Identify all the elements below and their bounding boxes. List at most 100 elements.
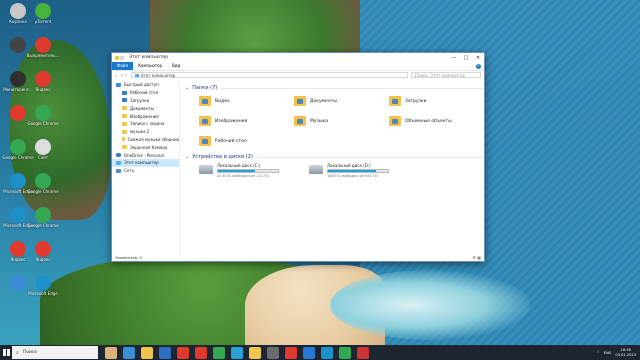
wallpaper-surf: [330, 270, 530, 340]
taskbar: ⌕ Поиск ^ ENG 16:56 03.01.2023: [0, 345, 640, 360]
desktop-icon[interactable]: µTorrent: [28, 3, 58, 35]
taskbar-app-icon[interactable]: [357, 346, 369, 359]
close-button[interactable]: ✕: [472, 55, 484, 61]
drive-usage-bar: [217, 169, 279, 173]
folder-item[interactable]: Объемные объекты: [389, 114, 484, 128]
nav-item[interactable]: Записи с экрана: [112, 120, 179, 128]
taskbar-app-icon[interactable]: [195, 346, 207, 359]
nav-item[interactable]: Этот компьютер: [112, 158, 179, 167]
desktop-icon[interactable]: Сайт: [28, 139, 58, 171]
taskbar-app-icon[interactable]: [285, 346, 297, 359]
nav-item[interactable]: Сеть: [112, 167, 179, 175]
desktop-icon[interactable]: Microsoft Edge: [28, 275, 58, 307]
nav-item[interactable]: Загрузки: [112, 97, 179, 105]
desktop-icon-label: Google Chrome: [27, 189, 59, 194]
taskbar-app-icon[interactable]: [123, 346, 135, 359]
nav-item[interactable]: Экранная Камера: [112, 143, 179, 151]
status-bar-count: Элементов: 9: [115, 255, 142, 260]
drives-group-header[interactable]: ⌄ Устройства и диски (2): [185, 154, 484, 160]
nav-item[interactable]: музыка 2: [112, 128, 179, 136]
nav-item-label: Записи с экрана: [130, 121, 165, 127]
lang-indicator[interactable]: ENG: [604, 351, 612, 355]
taskbar-app-icon[interactable]: [339, 346, 351, 359]
folder-item[interactable]: Документы: [294, 94, 389, 108]
folder-icon: [122, 137, 125, 142]
taskbar-app-icon[interactable]: [177, 346, 189, 359]
maximize-button[interactable]: □: [460, 55, 472, 61]
desktop-icon[interactable]: Яндекс: [28, 241, 58, 273]
tab-file[interactable]: Файл: [112, 62, 134, 70]
nav-item[interactable]: Рабочий стол: [112, 89, 179, 97]
taskbar-app-icon[interactable]: [105, 346, 117, 359]
nav-item-label: музыка 2: [130, 129, 150, 135]
folder-item[interactable]: Изображения: [199, 114, 294, 128]
folder-icon: [122, 114, 127, 119]
nav-item[interactable]: OneDrive - Personal: [112, 151, 179, 159]
search-input[interactable]: Поиск: Этот компьютер: [411, 72, 481, 78]
folder-label: Изображения: [215, 118, 248, 124]
taskbar-search-placeholder: Поиск: [22, 350, 38, 355]
search-placeholder: Поиск: Этот компьютер: [415, 72, 466, 78]
nav-item[interactable]: Свежая музыка сборник: [112, 136, 179, 144]
nav-item-label: Загрузки: [130, 97, 150, 103]
taskbar-app-icon[interactable]: [303, 346, 315, 359]
taskbar-search[interactable]: ⌕ Поиск: [12, 346, 98, 359]
clock[interactable]: 16:56 03.01.2023: [615, 348, 636, 357]
minimize-button[interactable]: —: [448, 55, 460, 61]
drives-group-title: Устройства и диски (2): [192, 154, 253, 160]
desktop-icon[interactable]: Google Chrome: [27, 173, 59, 205]
quick-access-icon[interactable]: [120, 55, 124, 60]
folder-item[interactable]: Загрузки: [389, 94, 484, 108]
desktop-icon[interactable]: Выпрямитель...: [26, 37, 60, 69]
folder-icon: [294, 116, 306, 126]
help-icon[interactable]: ?: [476, 63, 481, 69]
tab-view[interactable]: Вид: [167, 62, 185, 70]
drive-item[interactable]: Локальный диск (D:) 188 ГБ свободно из 93…: [309, 163, 419, 178]
address-bar-row: ← → ↑ Этот компьютер Поиск: Этот компьют…: [112, 70, 484, 79]
address-bar[interactable]: Этот компьютер: [130, 72, 408, 78]
nav-item[interactable]: Изображения: [112, 112, 179, 120]
desktop-icon[interactable]: Google Chrome: [27, 105, 59, 137]
star-icon: [116, 82, 121, 87]
folder-icon: [122, 129, 127, 134]
nav-item[interactable]: Быстрый доступ: [112, 81, 179, 89]
folder-icon: [122, 145, 127, 150]
folders-group-header[interactable]: ⌄ Папки (7): [185, 85, 484, 91]
explorer-window[interactable]: Этот компьютер — □ ✕ Файл Компьютер Вид …: [111, 52, 485, 262]
tray-arrow-icon[interactable]: ^: [597, 351, 600, 355]
drive-item[interactable]: Локальный диск (C:) 42,6 ГБ свободно из 1…: [199, 163, 309, 178]
tab-computer[interactable]: Компьютер: [133, 62, 167, 70]
folder-label: Объемные объекты: [405, 118, 452, 124]
back-arrow-icon[interactable]: ← → ↑: [115, 73, 128, 78]
desktop-icon[interactable]: Яндекс: [28, 71, 58, 103]
nav-item[interactable]: Документы: [112, 104, 179, 112]
clock-date: 03.01.2023: [615, 352, 636, 357]
desktop-icon-label: Google Chrome: [27, 223, 59, 228]
taskbar-app-icon[interactable]: [321, 346, 333, 359]
desktop-icon-label: Выпрямитель...: [26, 53, 60, 58]
taskbar-app-icon[interactable]: [141, 346, 153, 359]
view-toggle-icons[interactable]: ☰ ▦: [472, 255, 481, 260]
desktop-icon[interactable]: Google Chrome: [27, 207, 59, 239]
nav-item-label: Документы: [130, 105, 154, 111]
title-bar[interactable]: Этот компьютер — □ ✕: [112, 53, 484, 62]
drive-size: 188 ГБ свободно из 931 ГБ: [327, 174, 378, 178]
taskbar-app-icon[interactable]: [249, 346, 261, 359]
app-icon: [10, 71, 26, 87]
folder-item[interactable]: Музыка: [294, 114, 389, 128]
taskbar-app-icon[interactable]: [231, 346, 243, 359]
taskbar-app-icon[interactable]: [213, 346, 225, 359]
app-icon: [35, 207, 51, 223]
desktop-icon-label: Яндекс: [35, 257, 51, 262]
drive-usage-bar: [327, 169, 389, 173]
taskbar-apps: [102, 346, 372, 359]
folder-icon: [122, 121, 127, 126]
folder-item[interactable]: Рабочий стол: [199, 134, 294, 148]
net-icon: [116, 168, 121, 173]
windows-logo-icon: [2, 349, 10, 356]
taskbar-app-icon[interactable]: [267, 346, 279, 359]
taskbar-app-icon[interactable]: [159, 346, 171, 359]
folders-grid: Видео Документы Загрузки Изображения Музыка О…: [185, 94, 484, 148]
folder-item[interactable]: Видео: [199, 94, 294, 108]
start-button[interactable]: [0, 345, 12, 360]
